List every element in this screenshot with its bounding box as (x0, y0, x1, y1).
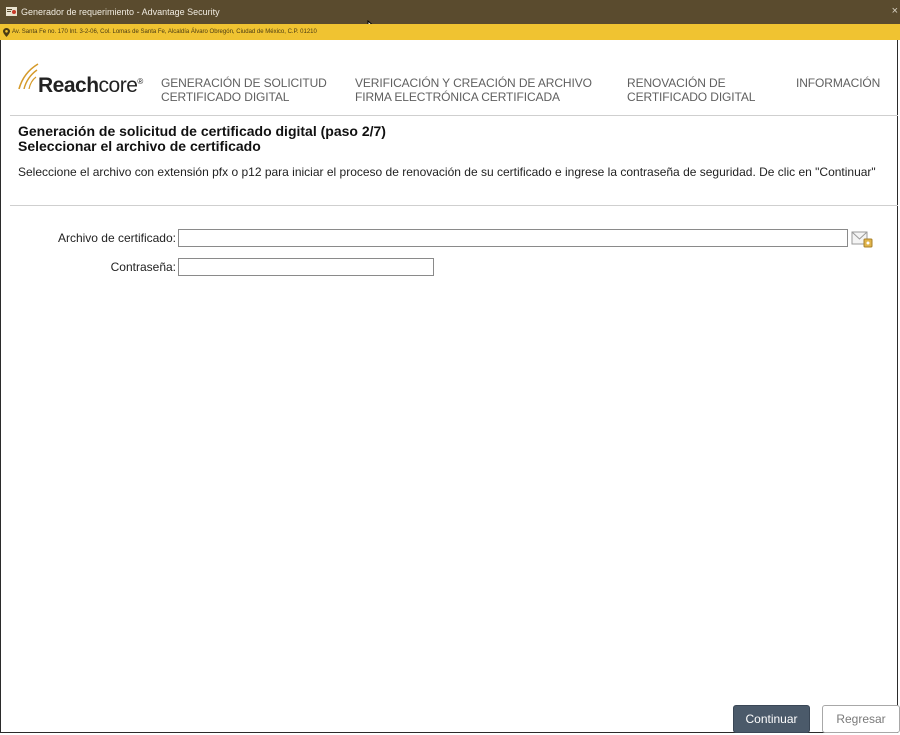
password-field[interactable] (178, 258, 434, 276)
continue-button[interactable]: Continuar (733, 705, 810, 733)
instructions-text: Seleccione el archivo con extensión pfx … (18, 165, 876, 179)
nav-verificacion-archivo[interactable]: VERIFICACIÓN Y CREACIÓN DE ARCHIVO FIRMA… (355, 76, 592, 104)
window-frame (0, 0, 898, 733)
header-divider (10, 115, 898, 116)
nav-informacion[interactable]: INFORMACIÓN (796, 76, 880, 90)
back-button[interactable]: Regresar (822, 705, 900, 733)
window-title: Generador de requerimiento - Advantage S… (21, 7, 220, 17)
close-icon[interactable]: × (892, 5, 898, 17)
password-label: Contraseña: (110, 260, 176, 274)
logo-mark-icon (18, 63, 39, 89)
nav-renovacion-certificado[interactable]: RENOVACIÓN DE CERTIFICADO DIGITAL (627, 76, 755, 104)
logo-wordmark: Reachcore® (38, 74, 143, 97)
page-title: Generación de solicitud de certificado d… (18, 123, 386, 154)
location-pin-icon (3, 28, 10, 37)
certificate-file-label: Archivo de certificado: (57, 231, 176, 245)
nav-generacion-solicitud[interactable]: GENERACIÓN DE SOLICITUD CERTIFICADO DIGI… (161, 76, 327, 104)
address-bar: Av. Santa Fe no. 170 Int. 3-2-06, Col. L… (0, 24, 900, 40)
section-divider (10, 205, 898, 206)
certificate-app-icon (6, 7, 17, 16)
window-titlebar[interactable]: Generador de requerimiento - Advantage S… (0, 0, 900, 24)
browse-file-icon[interactable] (851, 229, 873, 249)
certificate-file-input[interactable] (178, 229, 848, 247)
company-address: Av. Santa Fe no. 170 Int. 3-2-06, Col. L… (12, 29, 317, 35)
